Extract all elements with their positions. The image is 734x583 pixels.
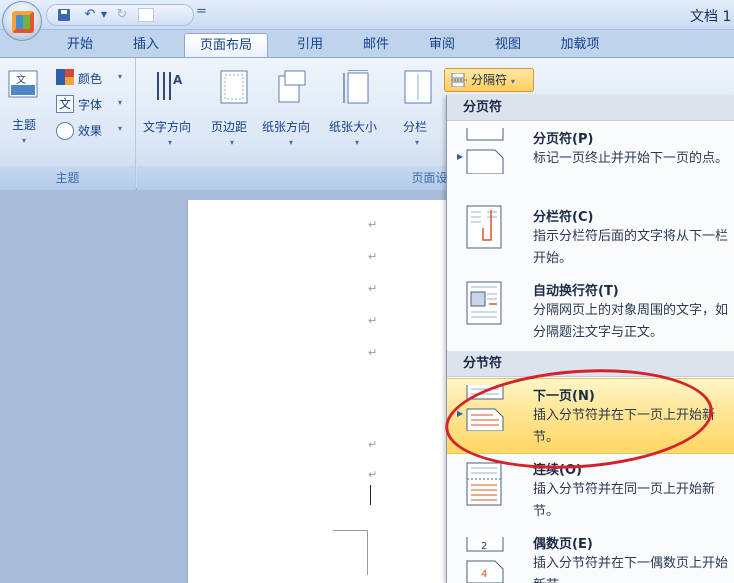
- paragraph-mark: ↵: [368, 218, 378, 231]
- menu-item-description: 插入分节符并在下一偶数页上开始新节。: [533, 556, 729, 583]
- effects-icon: [56, 122, 74, 140]
- theme-icon: 文: [8, 70, 38, 98]
- margins-icon: [220, 70, 248, 104]
- section-breaks-header: 分节符: [447, 351, 734, 377]
- menu-item-description: 插入分节符并在下一页上开始新节。: [533, 408, 716, 445]
- chevron-down-icon: ▾: [118, 72, 123, 81]
- tab-page-layout[interactable]: 页面布局: [184, 33, 268, 59]
- customize-qat-button[interactable]: =: [196, 4, 207, 19]
- orientation-label: 纸张方向: [262, 120, 311, 134]
- chevron-down-icon[interactable]: ▼: [99, 7, 109, 23]
- margins-label: 页边距: [211, 120, 248, 134]
- window-title: 文档 1: [690, 9, 732, 25]
- title-bar: ↶ ▼ ↻ = 文档 1: [0, 0, 734, 41]
- themes-group: 文 主题 ▾ 颜色 ▾ 文 字体 ▾ 效果 ▾ 主题: [0, 58, 136, 190]
- menu-item-page-break[interactable]: ▶ 分页符(P) 标记一页终止并开始下一页的点。: [447, 122, 734, 196]
- chevron-down-icon: ▾: [118, 124, 123, 133]
- menu-item-even-page[interactable]: 2 4 偶数页(E) 插入分节符并在下一偶数页上开始新节。: [447, 529, 734, 583]
- tab-references[interactable]: 引用: [282, 33, 338, 58]
- menu-item-text-wrapping[interactable]: 自动换行符(T) 分隔网页上的对象周围的文字，如分隔题注文字与正文。: [447, 272, 734, 348]
- quick-access-toolbar: ↶ ▼ ↻: [46, 4, 194, 26]
- text-direction-icon: A: [157, 72, 183, 100]
- menu-item-title: 分页符(P): [533, 132, 594, 147]
- theme-label: 主题: [12, 118, 37, 132]
- chevron-down-icon: ▾: [168, 138, 173, 147]
- paragraph-mark: ↵: [368, 282, 378, 295]
- tab-mailings[interactable]: 邮件: [348, 33, 404, 58]
- menu-item-title: 下一页(N): [533, 389, 595, 404]
- menu-item-description: 指示分栏符后面的文字将从下一栏开始。: [533, 229, 729, 266]
- text-cursor: [370, 485, 371, 505]
- themes-group-label: 主题: [0, 166, 135, 190]
- size-icon: [343, 70, 369, 104]
- paragraph-mark: ↵: [368, 314, 378, 327]
- ribbon-tabs: 开始 插入 页面布局 引用 邮件 审阅 视图 加载项: [0, 30, 734, 59]
- page-break-icon: [466, 128, 504, 174]
- tab-insert[interactable]: 插入: [118, 33, 174, 58]
- undo-icon[interactable]: ↶: [81, 7, 99, 23]
- office-button[interactable]: [2, 1, 42, 41]
- tab-add-ins[interactable]: 加载项: [548, 33, 612, 58]
- paragraph-mark: ↵: [368, 438, 378, 451]
- menu-item-continuous[interactable]: 连续(O) 插入分节符并在同一页上开始新节。: [447, 455, 734, 529]
- size-label: 纸张大小: [329, 120, 378, 134]
- even-page-icon: 2 4: [466, 537, 504, 583]
- menu-item-title: 分栏符(C): [533, 210, 594, 225]
- columns-label: 分栏: [403, 120, 428, 134]
- menu-item-column-break[interactable]: 分栏符(C) 指示分栏符后面的文字将从下一栏开始。: [447, 196, 734, 272]
- fonts-label: 字体: [78, 98, 103, 112]
- breaks-button[interactable]: 分隔符 ▾: [444, 68, 534, 92]
- continuous-icon: [466, 462, 502, 506]
- effects-label: 效果: [78, 124, 103, 138]
- menu-item-description: 标记一页终止并开始下一页的点。: [533, 151, 729, 166]
- chevron-down-icon: ▾: [22, 136, 27, 145]
- page-corner-mark: [333, 530, 368, 575]
- chevron-down-icon: ▾: [289, 138, 294, 147]
- breaks-icon: [451, 73, 467, 87]
- menu-item-description: 插入分节符并在同一页上开始新节。: [533, 482, 716, 519]
- page-breaks-header: 分页符: [447, 95, 734, 121]
- text-wrapping-icon: [466, 281, 502, 325]
- paragraph-mark: ↵: [368, 468, 378, 481]
- tab-view[interactable]: 视图: [480, 33, 536, 58]
- colors-label: 颜色: [78, 72, 103, 86]
- colors-icon: [56, 69, 74, 85]
- svg-text:A: A: [173, 73, 183, 87]
- column-break-icon: [466, 205, 502, 249]
- svg-text:2: 2: [481, 541, 487, 552]
- document-page[interactable]: ↵ ↵ ↵ ↵ ↵ ↵ ↵: [187, 200, 447, 583]
- office-button-icon: [12, 11, 34, 33]
- orientation-icon: [278, 70, 306, 103]
- breaks-label: 分隔符: [471, 73, 508, 87]
- paragraph-mark: ↵: [368, 250, 378, 263]
- fonts-icon: 文: [56, 95, 74, 113]
- menu-item-next-page[interactable]: ▶ 下一页(N) 插入分节符并在下一页上开始新节。: [447, 378, 734, 454]
- chevron-down-icon: ▾: [510, 77, 515, 86]
- chevron-down-icon: ▾: [118, 98, 123, 107]
- chevron-down-icon: ▾: [415, 138, 420, 147]
- columns-icon: [404, 70, 432, 104]
- svg-text:4: 4: [481, 569, 487, 580]
- next-page-icon: [466, 385, 504, 431]
- redo-icon[interactable]: ↻: [113, 7, 131, 23]
- tab-home[interactable]: 开始: [52, 33, 108, 58]
- chevron-down-icon: ▾: [355, 138, 360, 147]
- menu-item-title: 连续(O): [533, 463, 582, 478]
- tab-review[interactable]: 审阅: [414, 33, 470, 58]
- save-icon[interactable]: [55, 7, 73, 23]
- text-direction-label: 文字方向: [143, 120, 192, 134]
- paragraph-mark: ↵: [368, 346, 378, 359]
- menu-item-title: 自动换行符(T): [533, 284, 619, 299]
- quick-access-extra-icon[interactable]: [135, 7, 157, 23]
- menu-item-description: 分隔网页上的对象周围的文字，如分隔题注文字与正文。: [533, 303, 729, 340]
- menu-item-title: 偶数页(E): [533, 537, 593, 552]
- breaks-menu: 分页符 ▶ 分页符(P) 标记一页终止并开始下一页的点。 分栏符(C) 指示分栏…: [446, 95, 734, 583]
- chevron-down-icon: ▾: [230, 138, 235, 147]
- svg-text:文: 文: [16, 73, 26, 86]
